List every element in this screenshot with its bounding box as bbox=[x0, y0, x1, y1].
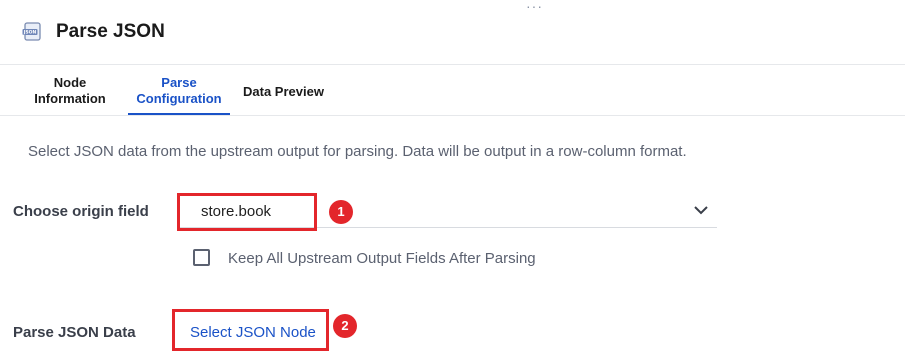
tab-label: Node Information bbox=[34, 75, 106, 106]
origin-field-select[interactable]: store.book bbox=[179, 194, 717, 228]
tab-node-information[interactable]: Node Information bbox=[30, 75, 110, 107]
origin-field-label: Choose origin field bbox=[13, 203, 149, 220]
select-json-node-link[interactable]: Select JSON Node bbox=[190, 324, 316, 341]
tab-label: Parse Configuration bbox=[136, 75, 222, 106]
keep-fields-checkbox[interactable] bbox=[193, 249, 210, 266]
tab-data-preview[interactable]: Data Preview bbox=[243, 84, 324, 100]
parse-data-label: Parse JSON Data bbox=[13, 324, 136, 341]
page-title: Parse JSON bbox=[56, 21, 165, 42]
json-file-icon: JSON bbox=[22, 22, 41, 41]
panel-header: JSON Parse JSON bbox=[0, 0, 905, 65]
tab-label: Data Preview bbox=[243, 84, 324, 99]
tab-parse-configuration[interactable]: Parse Configuration bbox=[128, 75, 230, 115]
origin-field-value: store.book bbox=[201, 203, 272, 220]
chevron-down-icon[interactable] bbox=[693, 204, 709, 216]
keep-fields-label: Keep All Upstream Output Fields After Pa… bbox=[228, 250, 536, 267]
annotation-badge-2: 2 bbox=[333, 314, 357, 338]
annotation-badge-1: 1 bbox=[329, 200, 353, 224]
svg-text:JSON: JSON bbox=[23, 30, 37, 36]
tab-bar: Node Information Parse Configuration Dat… bbox=[0, 65, 905, 116]
section-description: Select JSON data from the upstream outpu… bbox=[28, 143, 687, 160]
